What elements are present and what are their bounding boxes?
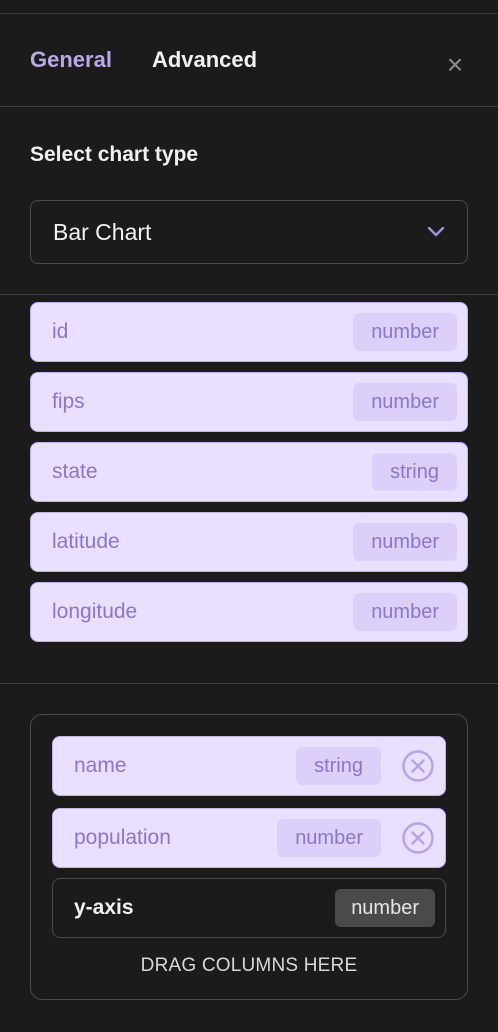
column-item-latitude[interactable]: latitude number (30, 512, 468, 572)
remove-circle-icon[interactable] (401, 749, 435, 783)
column-item-longitude[interactable]: longitude number (30, 582, 468, 642)
chart-type-heading: Select chart type (30, 143, 199, 166)
column-type-badge: number (277, 819, 381, 857)
column-type-badge: number (353, 383, 457, 421)
tab-general[interactable]: General (30, 44, 112, 78)
columns-divider (0, 683, 498, 684)
column-item-id[interactable]: id number (30, 302, 468, 362)
column-type-badge: number (353, 523, 457, 561)
chart-type-selected-value: Bar Chart (53, 218, 152, 245)
column-name: fips (52, 390, 85, 413)
column-type-badge: string (372, 453, 457, 491)
tab-bar: General Advanced (30, 44, 257, 78)
column-dropzone[interactable]: name string population number y-axis num… (30, 714, 468, 1000)
select-divider (0, 294, 498, 295)
drop-hint-text: DRAG COLUMNS HERE (140, 955, 358, 976)
chevron-down-icon (427, 226, 445, 237)
column-name: id (52, 320, 69, 343)
column-type-badge: string (296, 747, 381, 785)
column-name: state (52, 460, 98, 483)
column-type-badge: number (353, 313, 457, 351)
y-axis-label: y-axis (74, 896, 134, 919)
top-divider (0, 13, 498, 14)
chart-settings-panel: General Advanced × Select chart type Bar… (0, 0, 498, 1032)
close-icon[interactable]: × (440, 50, 470, 80)
column-list: id number fips number state string latit… (30, 302, 468, 652)
column-name: population (74, 826, 171, 849)
dropped-column-name[interactable]: name string (52, 736, 446, 796)
y-axis-type-badge: number (335, 889, 435, 927)
header-divider (0, 106, 498, 107)
y-axis-slot[interactable]: y-axis number (52, 878, 446, 938)
column-name: longitude (52, 600, 138, 623)
column-name: name (74, 754, 127, 777)
column-item-state[interactable]: state string (30, 442, 468, 502)
column-type-badge: number (353, 593, 457, 631)
chart-type-select[interactable]: Bar Chart (30, 200, 468, 264)
remove-circle-icon[interactable] (401, 821, 435, 855)
tab-advanced[interactable]: Advanced (152, 44, 257, 78)
column-item-fips[interactable]: fips number (30, 372, 468, 432)
column-name: latitude (52, 530, 120, 553)
dropped-column-population[interactable]: population number (52, 808, 446, 868)
